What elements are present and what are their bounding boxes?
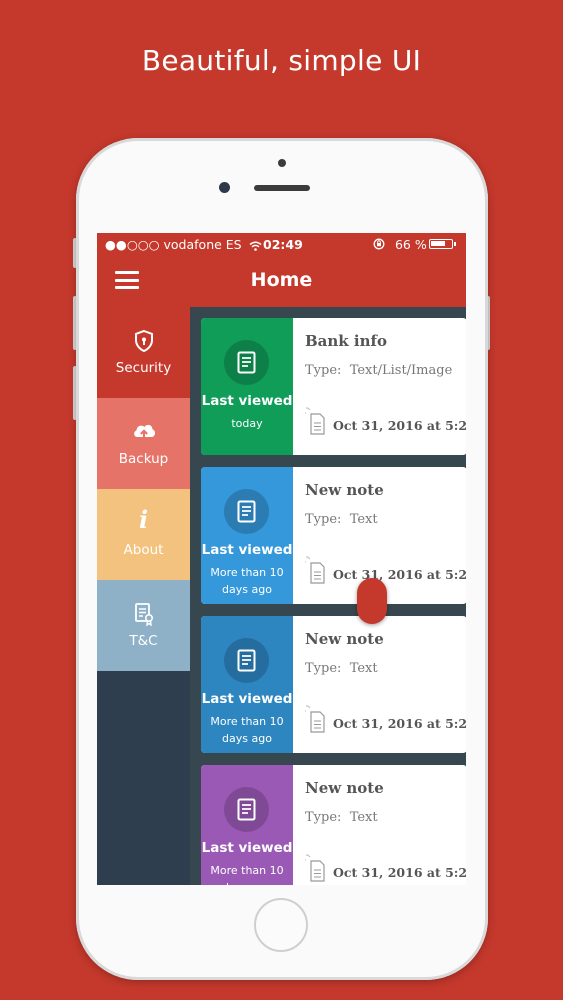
document-icon [305, 854, 325, 882]
cloud-upload-icon [97, 420, 190, 447]
note-status-band: Last viewed More than 10 days ago [201, 467, 293, 604]
note-date: Oct 31, 2016 at 5:24 [333, 716, 466, 731]
note-date: Oct 31, 2016 at 5:25 [333, 418, 466, 433]
note-title: Bank info [305, 332, 387, 350]
note-card[interactable]: Last viewed More than 10 days ago New no… [201, 765, 466, 885]
note-status-band: Last viewed More than 10 days ago [201, 616, 293, 753]
shield-icon [97, 329, 190, 358]
sidebar: Security Backup i About T&C [97, 307, 190, 885]
note-title: New note [305, 481, 384, 499]
note-icon [224, 787, 269, 832]
wifi-icon [249, 241, 262, 251]
sidebar-item-about[interactable]: i About [97, 489, 190, 580]
phone-front-camera [219, 182, 230, 193]
document-icon [305, 705, 325, 733]
sidebar-item-label: Backup [118, 451, 169, 467]
note-card[interactable]: Last viewed More than 10 days ago New no… [201, 467, 466, 604]
add-note-button[interactable] [357, 578, 387, 624]
note-card[interactable]: Last viewed More than 10 days ago New no… [201, 616, 466, 753]
note-date: Oct 31, 2016 at 5:24 [333, 865, 466, 880]
last-viewed-time: today [231, 417, 263, 430]
phone-home-button[interactable] [254, 898, 308, 952]
note-type: Type: Text/List/Image [305, 363, 453, 378]
sidebar-item-terms[interactable]: T&C [97, 580, 190, 671]
phone-speaker [254, 185, 310, 191]
orientation-lock-icon [373, 238, 385, 250]
note-icon [224, 340, 269, 385]
note-type: Type: Text [305, 661, 378, 676]
note-status-band: Last viewed today [201, 318, 293, 455]
sidebar-item-label: T&C [129, 633, 158, 649]
last-viewed-label: Last viewed [201, 691, 293, 707]
note-type: Type: Text [305, 512, 378, 527]
note-title: New note [305, 779, 384, 797]
certificate-icon [97, 602, 190, 631]
battery-icon [429, 239, 456, 249]
document-icon [305, 556, 325, 584]
promo-headline: Beautiful, simple UI [141, 44, 422, 77]
carrier-signal: ●●○○○ vodafone ES [105, 237, 262, 252]
battery-percent: 66 % [394, 237, 427, 252]
note-icon [224, 489, 269, 534]
app-screen: ●●○○○ vodafone ES 02:49 66 % Home Securi… [97, 233, 466, 885]
sidebar-item-label: About [123, 542, 164, 558]
note-status-band: Last viewed More than 10 days ago [201, 765, 293, 885]
last-viewed-time: More than 10 days ago [210, 715, 284, 745]
page-title: Home [250, 269, 313, 291]
app-bar: Home [97, 255, 466, 307]
note-icon [224, 638, 269, 683]
last-viewed-label: Last viewed [201, 542, 293, 558]
last-viewed-label: Last viewed [201, 840, 293, 856]
sidebar-item-security[interactable]: Security [97, 307, 190, 398]
sidebar-item-backup[interactable]: Backup [97, 398, 190, 489]
document-icon [305, 407, 325, 435]
last-viewed-label: Last viewed [201, 393, 293, 409]
last-viewed-time: More than 10 days ago [210, 864, 284, 885]
status-time: 02:49 [263, 237, 303, 252]
phone-sensor [278, 159, 286, 167]
sidebar-item-label: Security [115, 360, 172, 376]
status-right: 66 % [373, 237, 427, 252]
carrier-label: ●●○○○ vodafone ES [105, 237, 242, 252]
note-card[interactable]: Last viewed today Bank info Type: Text/L… [201, 318, 466, 455]
note-type: Type: Text [305, 810, 378, 825]
last-viewed-time: More than 10 days ago [210, 566, 284, 596]
info-icon: i [138, 505, 149, 534]
note-title: New note [305, 630, 384, 648]
status-bar: ●●○○○ vodafone ES 02:49 66 % [97, 233, 466, 255]
notes-list: Last viewed today Bank info Type: Text/L… [190, 307, 466, 885]
note-date: Oct 31, 2016 at 5:24 [333, 567, 466, 582]
